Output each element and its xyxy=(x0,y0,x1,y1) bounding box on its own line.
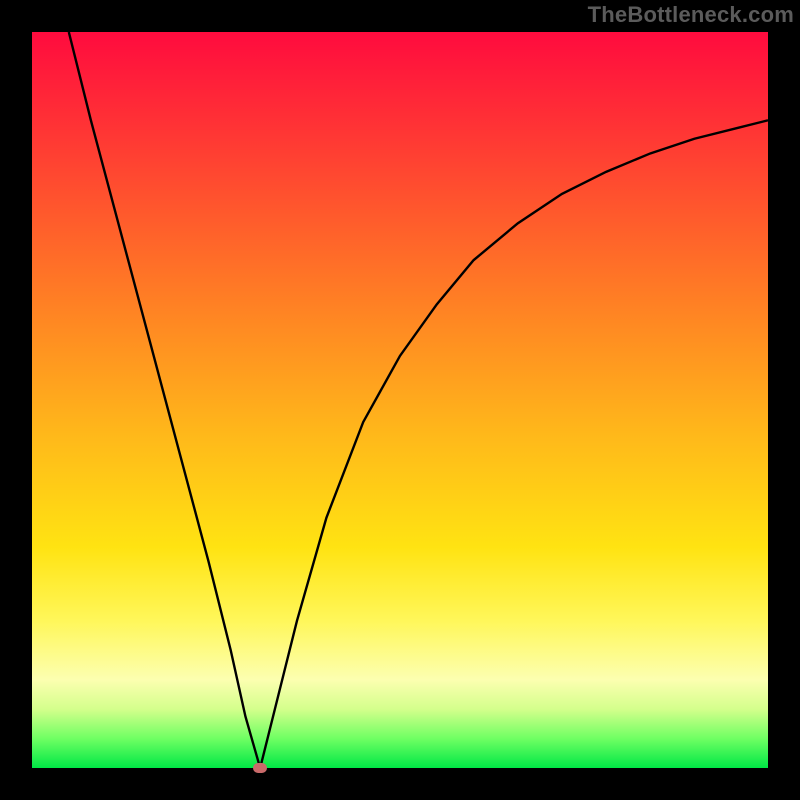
watermark-text: TheBottleneck.com xyxy=(588,2,794,28)
minimum-marker xyxy=(253,763,267,773)
curve-path xyxy=(69,32,768,768)
bottleneck-curve xyxy=(32,32,768,768)
chart-frame: TheBottleneck.com xyxy=(0,0,800,800)
